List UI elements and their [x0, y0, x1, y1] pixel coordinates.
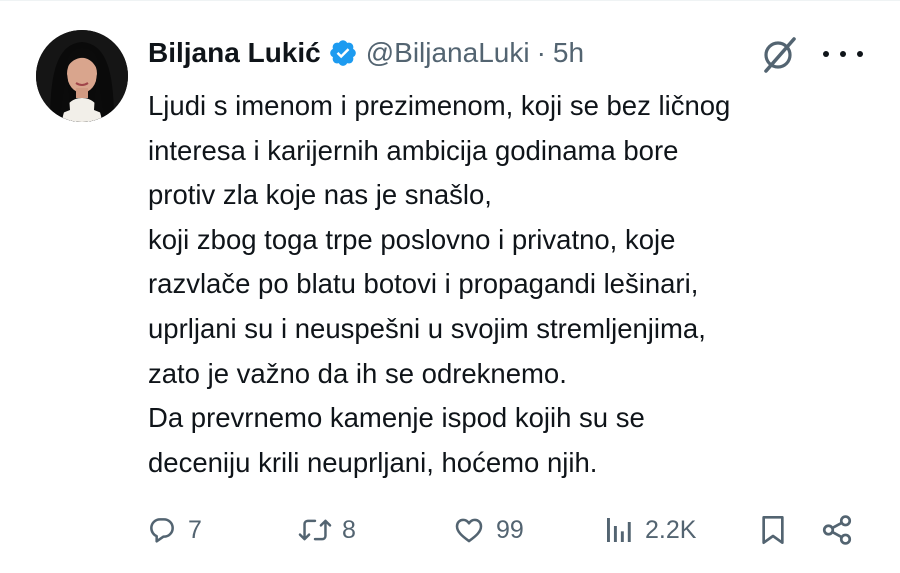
views-count: 2.2K [645, 515, 697, 544]
more-options-icon[interactable] [823, 37, 863, 71]
separator-dot: · [536, 37, 546, 68]
tweet-text-line: interesa i karijernih ambicija godinama … [148, 134, 679, 166]
retweet-icon [298, 519, 332, 541]
avatar[interactable] [36, 30, 128, 122]
tweet-text-line: Ljudi s imenom i prezimenom, koji se bez… [148, 90, 731, 121]
tweet-text: Ljudi s imenom i prezimenom, koji se bez… [148, 84, 888, 485]
tweet: Biljana Lukić @BiljanaLuki · 5h Ljudi s … [0, 0, 900, 573]
share-button[interactable] [820, 506, 854, 554]
display-name[interactable]: Biljana Lukić [148, 37, 321, 69]
views-chart-icon [607, 518, 631, 542]
tweet-text-line: koji zbog toga trpe poslovno i privatno,… [148, 223, 676, 255]
like-count: 99 [496, 515, 524, 544]
reply-count: 7 [188, 515, 202, 544]
retweet-count: 8 [342, 515, 356, 544]
avatar-image [36, 30, 128, 122]
share-icon [822, 515, 852, 545]
tweet-text-line: deceniju krili neuprljani, hoćemo njih. [148, 446, 598, 478]
bookmark-icon [762, 516, 784, 544]
divider [0, 0, 900, 1]
dot-1 [823, 51, 829, 57]
like-button[interactable]: 99 [452, 506, 524, 554]
tweet-text-line: zato je važno da ih se odreknemo. [148, 357, 567, 389]
bookmark-button[interactable] [758, 506, 788, 554]
tweet-text-line: uprljani su i neuspešni u svojim stremlj… [148, 312, 706, 344]
verified-badge-icon [328, 38, 358, 68]
reply-icon [150, 518, 174, 543]
author-handle[interactable]: @BiljanaLuki [366, 37, 530, 69]
tweet-header: Biljana Lukić @BiljanaLuki · 5h [148, 33, 584, 73]
dot-3 [857, 51, 863, 57]
tweet-text-line: Da prevrnemo kamenje ispod kojih su se [148, 402, 645, 434]
heart-icon [455, 518, 483, 543]
tweet-text-line: protiv zla koje nas je snašlo, [148, 179, 492, 211]
retweet-button[interactable]: 8 [298, 506, 356, 554]
timestamp[interactable]: 5h [553, 37, 584, 69]
action-bar: 7 8 99 2.2K [0, 506, 900, 554]
tweet-text-line: razvlače po blatu botovi i propagandi le… [148, 268, 699, 300]
reply-button[interactable]: 7 [146, 506, 202, 554]
views-button[interactable]: 2.2K [603, 506, 696, 554]
grok-icon[interactable] [758, 33, 800, 75]
dot-2 [840, 51, 846, 57]
